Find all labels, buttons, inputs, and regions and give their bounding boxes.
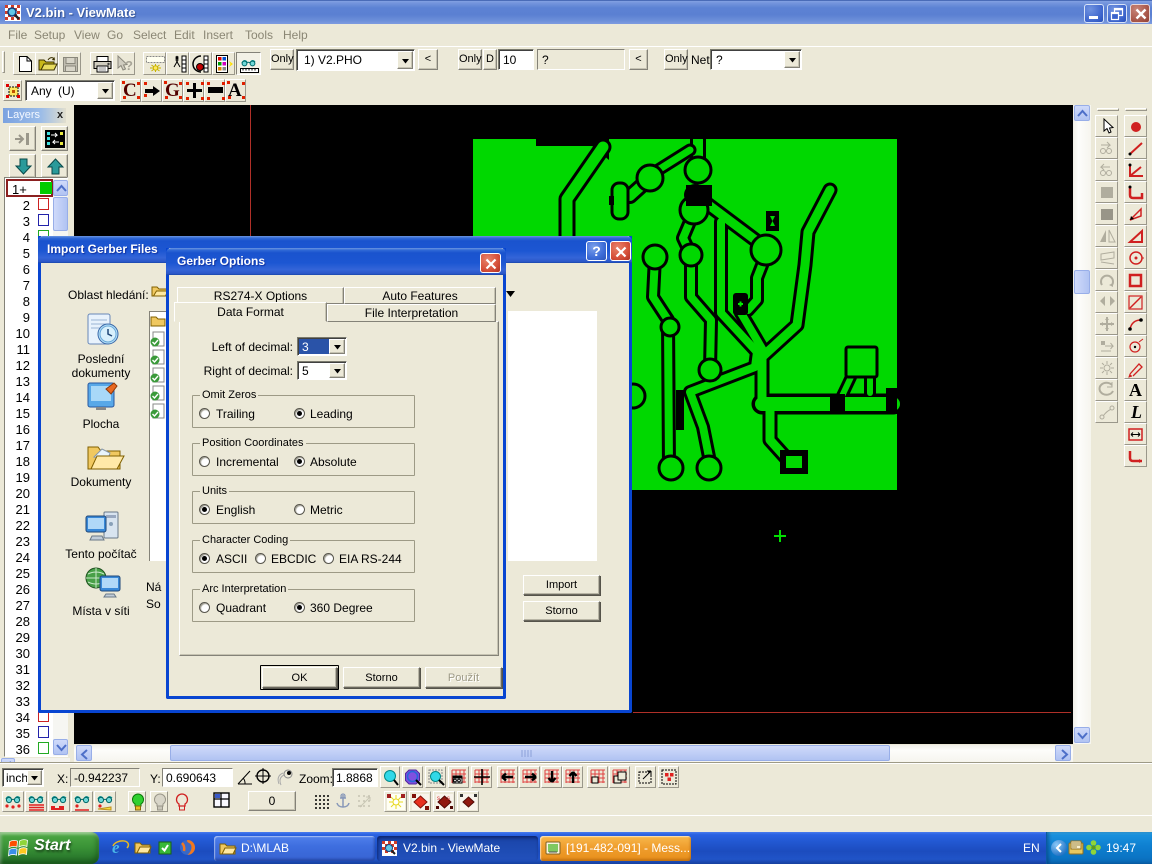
svg-text:s: s bbox=[447, 796, 450, 802]
svg-text:s: s bbox=[437, 796, 440, 802]
svg-text:?: ? bbox=[125, 58, 133, 73]
